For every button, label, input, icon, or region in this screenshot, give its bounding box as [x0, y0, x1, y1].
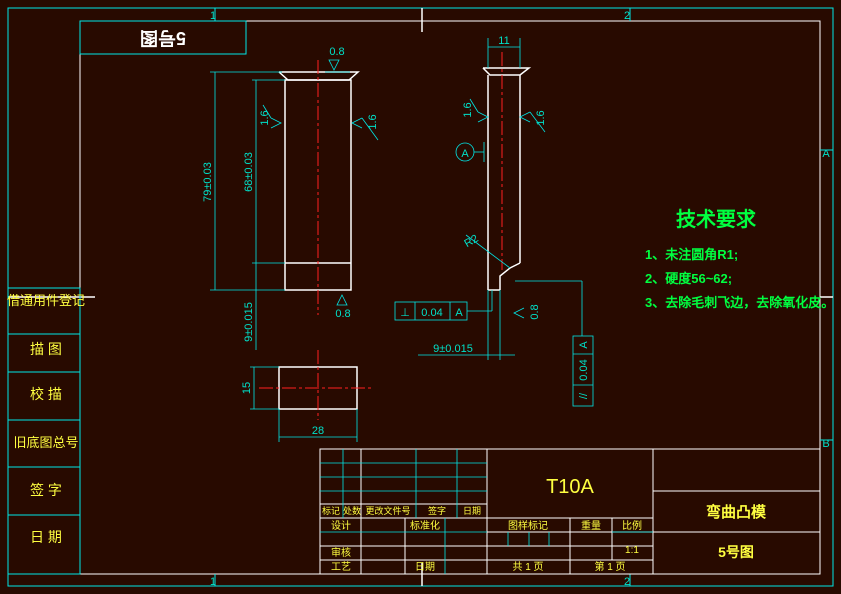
- rough-left: 1.6: [259, 110, 271, 125]
- tech-req-item-3: 3、去除毛刺飞边，去除氧化皮。: [645, 295, 834, 310]
- zone-top-2: 2: [624, 10, 630, 22]
- drawing-sheet: 1 2 1 2 A B 5号图 借通用件登记 描 图 校 描 旧底图总号 签 字…: [7, 7, 834, 588]
- zone-bottom-1: 1: [210, 576, 216, 588]
- par-datum: A: [578, 341, 590, 349]
- left-col-old-no: 旧底图总号: [13, 435, 78, 450]
- left-col-date: 日 期: [30, 529, 62, 545]
- rough-step: 0.8: [529, 304, 541, 319]
- rough-bottom: 0.8: [335, 308, 350, 320]
- side-dims: [394, 38, 594, 407]
- sheet-no: 第 1 页: [594, 560, 625, 573]
- tech-req-item-1: 1、未注圆角R1;: [645, 247, 738, 262]
- standard: 标准化: [410, 519, 440, 532]
- weight: 重量: [581, 519, 601, 532]
- rough-right: 1.6: [367, 114, 379, 129]
- par-symbol: //: [578, 392, 590, 399]
- dim-height-body: 68±0.03: [243, 152, 255, 192]
- zone-right-A: A: [822, 148, 830, 160]
- perp-value: 0.04: [421, 307, 442, 319]
- tech-req-title: 技术要求: [676, 207, 757, 231]
- rev-h-mark: 标记: [322, 505, 340, 516]
- dim-top-view-width: 28: [312, 425, 324, 437]
- left-col-sign: 签 字: [30, 482, 62, 498]
- rough-top: 0.8: [329, 46, 344, 58]
- mirrored-label: 5号图: [140, 28, 186, 48]
- process: 工艺: [331, 561, 351, 573]
- left-col-trace: 描 图: [30, 341, 62, 357]
- scale: 1:1: [625, 545, 639, 556]
- review: 审核: [331, 546, 351, 559]
- drawing-size: 5号图: [718, 544, 754, 560]
- design: 设计: [331, 519, 351, 532]
- zone-bottom-2: 2: [624, 576, 630, 588]
- zone-right-B: B: [822, 438, 829, 450]
- top-view: [259, 350, 372, 420]
- front-dims: [210, 59, 379, 350]
- tech-req-item-2: 2、硬度56~62;: [645, 271, 732, 286]
- side-view: [482, 52, 532, 291]
- stage-mark: 图样标记: [508, 519, 548, 532]
- rough-side-right: 1.6: [535, 110, 547, 125]
- rev-h-doc: 更改文件号: [365, 505, 410, 516]
- datum-a: A: [461, 148, 469, 160]
- par-value: 0.04: [578, 359, 590, 380]
- dim-height-total: 79±0.03: [202, 162, 214, 202]
- rev-h-sign: 签字: [428, 505, 446, 516]
- front-view: [278, 60, 360, 315]
- dim-step: 9±0.015: [433, 343, 473, 355]
- dim-height-base: 9±0.015: [243, 302, 255, 342]
- left-col-check: 校 描: [30, 386, 62, 402]
- date: 日期: [415, 561, 435, 573]
- total-sheets: 共 1 页: [512, 561, 543, 573]
- dim-width-top: 11: [498, 35, 509, 47]
- radius-r2: R2: [462, 233, 480, 250]
- left-col-reg: 借通用件登记: [7, 293, 85, 308]
- perp-datum: A: [455, 307, 463, 319]
- material: T10A: [546, 476, 594, 498]
- zone-top-1: 1: [210, 10, 216, 22]
- scale-label: 比例: [622, 519, 642, 532]
- part-name: 弯曲凸模: [706, 503, 767, 521]
- rough-side-left: 1.6: [462, 102, 474, 117]
- dim-top-view-height: 15: [241, 382, 253, 394]
- top-view-dims: [250, 366, 358, 442]
- rev-h-count: 处数: [343, 505, 361, 516]
- perp-symbol: ⊥: [400, 307, 410, 319]
- rev-h-date: 日期: [463, 506, 481, 516]
